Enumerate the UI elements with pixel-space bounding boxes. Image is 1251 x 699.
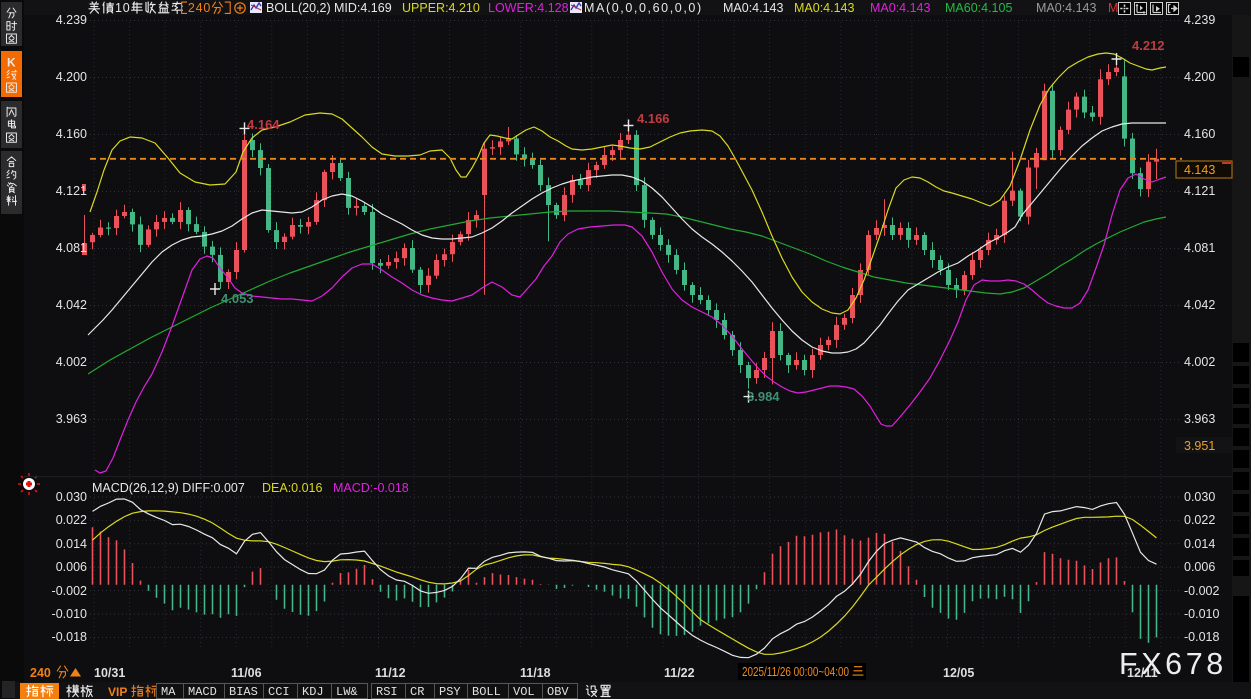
svg-text:3.951: 3.951 [1184, 439, 1215, 453]
svg-text:0.022: 0.022 [56, 513, 87, 527]
svg-text:11/22: 11/22 [664, 666, 695, 680]
svg-text:4.239: 4.239 [56, 13, 87, 27]
svg-text:MA0:4.143: MA0:4.143 [794, 1, 855, 15]
svg-text:4.053: 4.053 [221, 291, 254, 306]
svg-text:KDJ: KDJ [302, 685, 324, 699]
svg-text:-0.018: -0.018 [52, 630, 87, 644]
svg-text:RSI: RSI [376, 685, 398, 699]
svg-text:FX678: FX678 [1119, 647, 1227, 681]
svg-text:4.042: 4.042 [56, 298, 87, 312]
svg-text:4.239: 4.239 [1184, 13, 1215, 27]
svg-text:MACD(26,12,9) DIFF:0.007: MACD(26,12,9) DIFF:0.007 [92, 481, 245, 495]
svg-text:MACD: MACD [188, 685, 217, 699]
svg-text:BIAS: BIAS [229, 685, 258, 699]
svg-text:4.121: 4.121 [1184, 184, 1215, 198]
svg-text:-0.010: -0.010 [52, 607, 87, 621]
svg-text:0.006: 0.006 [1184, 560, 1215, 574]
svg-text:-0.010: -0.010 [1184, 607, 1219, 621]
svg-text:4.081: 4.081 [56, 241, 87, 255]
svg-text:2025/11/26 00:00~04:00: 2025/11/26 00:00~04:00 [742, 665, 849, 679]
svg-text:LOWER:4.128: LOWER:4.128 [488, 1, 569, 15]
svg-text:CCI: CCI [268, 685, 290, 699]
svg-text:0.022: 0.022 [1184, 513, 1215, 527]
svg-text:0.030: 0.030 [1184, 490, 1215, 504]
svg-text:DEA:0.016: DEA:0.016 [262, 481, 323, 495]
svg-text:MA(0,0,0,60,0,0): MA(0,0,0,60,0,0) [584, 1, 703, 15]
svg-text:4.212: 4.212 [1132, 38, 1165, 53]
svg-text:3.984: 3.984 [747, 389, 780, 404]
svg-text:4.042: 4.042 [1184, 298, 1215, 312]
svg-text:0.014: 0.014 [1184, 537, 1215, 551]
svg-text:4.002: 4.002 [56, 355, 87, 369]
svg-text:MA0:4.143: MA0:4.143 [870, 1, 931, 15]
svg-text:MA0:4.143: MA0:4.143 [723, 1, 784, 15]
svg-text:PSY: PSY [439, 685, 461, 699]
svg-text:K: K [7, 56, 16, 70]
svg-text:240: 240 [30, 666, 51, 680]
svg-text:1: 1 [115, 1, 122, 15]
svg-text:BOLL: BOLL [472, 685, 501, 699]
svg-text:12/05: 12/05 [943, 666, 974, 680]
svg-text:MID:4.169: MID:4.169 [334, 1, 392, 15]
svg-text:4.200: 4.200 [1184, 70, 1215, 84]
svg-text:-0.002: -0.002 [52, 584, 87, 598]
svg-text:4.160: 4.160 [56, 127, 87, 141]
svg-text:VOL: VOL [513, 685, 535, 699]
svg-text:VIP: VIP [108, 685, 127, 699]
svg-text:-0.018: -0.018 [1184, 630, 1219, 644]
svg-text:0.014: 0.014 [56, 537, 87, 551]
svg-text:LW&: LW& [336, 685, 358, 699]
svg-text:MA0:4.143: MA0:4.143 [1036, 1, 1097, 15]
svg-text:0.030: 0.030 [56, 490, 87, 504]
svg-text:4.160: 4.160 [1184, 127, 1215, 141]
svg-text:4.002: 4.002 [1184, 355, 1215, 369]
svg-text:4: 4 [196, 1, 203, 15]
svg-text:BOLL(20,2): BOLL(20,2) [266, 1, 331, 15]
svg-text:MACD:-0.018: MACD:-0.018 [333, 481, 409, 495]
svg-text:OBV: OBV [547, 685, 569, 699]
svg-text:2: 2 [188, 1, 195, 15]
svg-text:UPPER:4.210: UPPER:4.210 [402, 1, 480, 15]
svg-text:10/31: 10/31 [94, 666, 125, 680]
svg-text:3.963: 3.963 [1184, 412, 1215, 426]
svg-text:MA60:4.105: MA60:4.105 [945, 1, 1012, 15]
svg-text:0: 0 [123, 1, 130, 15]
svg-text:0.006: 0.006 [56, 560, 87, 574]
svg-text:0: 0 [203, 1, 210, 15]
svg-text:CR: CR [410, 685, 424, 699]
svg-text:11/12: 11/12 [375, 666, 406, 680]
svg-text:4.121: 4.121 [56, 184, 87, 198]
svg-text:4.143: 4.143 [1184, 163, 1215, 177]
svg-text:3.963: 3.963 [56, 412, 87, 426]
svg-text:4.200: 4.200 [56, 70, 87, 84]
svg-text:MA: MA [161, 685, 176, 699]
svg-text:-0.002: -0.002 [1184, 584, 1219, 598]
svg-text:11/18: 11/18 [520, 666, 551, 680]
svg-text:4.164: 4.164 [247, 117, 280, 132]
svg-text:11/06: 11/06 [231, 666, 262, 680]
svg-text:4.081: 4.081 [1184, 241, 1215, 255]
svg-text:4.166: 4.166 [637, 111, 670, 126]
